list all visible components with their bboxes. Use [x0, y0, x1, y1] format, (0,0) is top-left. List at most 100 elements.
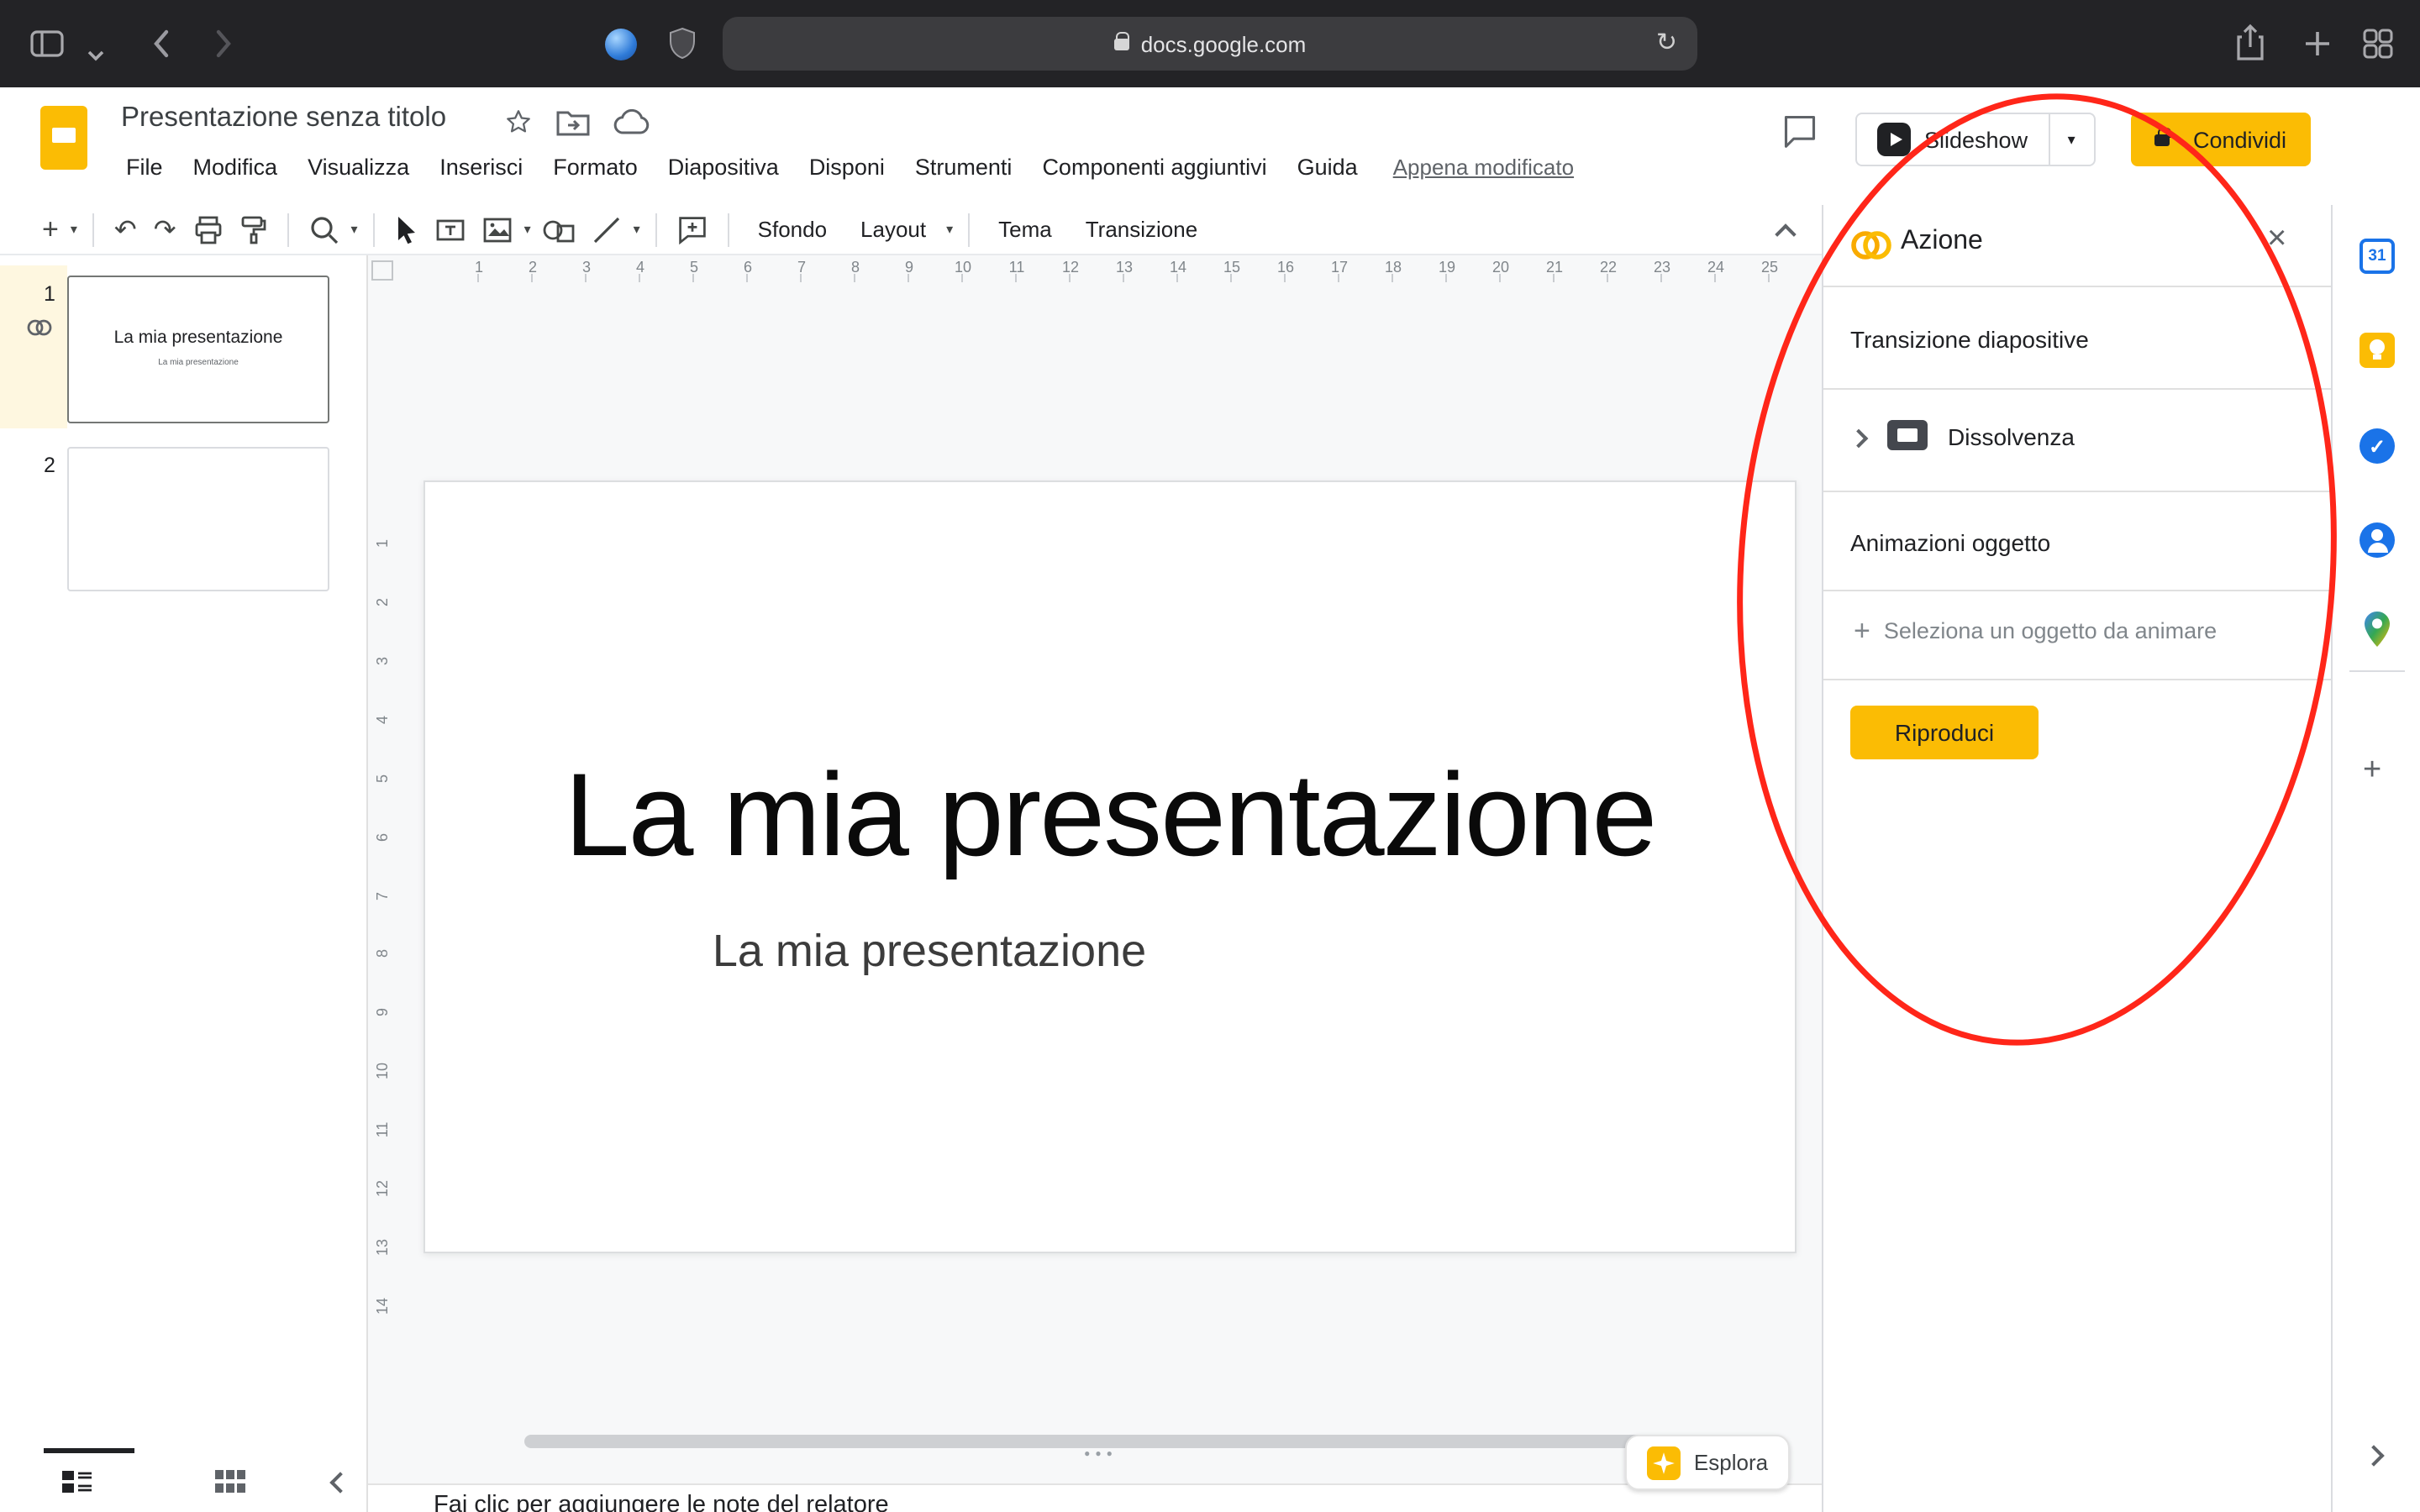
menu-modifica[interactable]: Modifica	[178, 150, 293, 185]
tasks-icon[interactable]: ✓	[2360, 428, 2395, 464]
undo-icon[interactable]: ↶	[106, 213, 145, 246]
lock-icon	[1114, 38, 1129, 50]
menu-diapositiva[interactable]: Diapositiva	[653, 150, 794, 185]
share-lock-icon	[2154, 134, 2170, 145]
background-button[interactable]: Sfondo	[741, 217, 844, 242]
forward-button-icon[interactable]	[215, 29, 234, 67]
play-animations-button[interactable]: Riproduci	[1850, 706, 2039, 759]
share-page-icon[interactable]	[2235, 24, 2265, 71]
new-slide-button[interactable]: +	[34, 213, 67, 246]
insert-line-icon[interactable]	[583, 214, 630, 244]
insert-shape-icon[interactable]	[534, 216, 583, 243]
new-slide-dropdown[interactable]: ▾	[67, 222, 81, 237]
chevron-down-icon[interactable]	[87, 40, 104, 71]
layout-dropdown[interactable]: ▾	[943, 222, 956, 237]
sidebar-toggle-icon[interactable]	[30, 30, 64, 66]
strip-divider	[2349, 670, 2405, 672]
v-ruler: 1234567891011121314	[371, 514, 395, 1336]
notes-resize-handle[interactable]: ●●●	[1071, 1450, 1131, 1460]
filmstrip-view-icon[interactable]	[60, 1468, 94, 1504]
motion-panel-header: Azione ×	[1823, 205, 2331, 286]
add-animation-button[interactable]: + Seleziona un oggetto da animare	[1854, 617, 2217, 645]
slide-transition-section-label: Transizione diapositive	[1850, 326, 2089, 353]
slide-subtitle-text[interactable]: La mia presentazione	[476, 926, 1383, 978]
share-button[interactable]: Condividi	[2131, 113, 2310, 166]
star-icon[interactable]	[504, 108, 533, 144]
menu-visualizza[interactable]: Visualizza	[292, 150, 424, 185]
redo-icon[interactable]: ↷	[145, 213, 185, 246]
contacts-icon[interactable]	[2360, 522, 2395, 558]
transition-indicator-icon[interactable]	[27, 316, 52, 346]
shield-extension-icon[interactable]	[669, 27, 696, 69]
thumb-subtitle: La mia presentazione	[69, 358, 328, 368]
comments-icon[interactable]	[1781, 113, 1818, 158]
zoom-icon[interactable]	[301, 214, 348, 244]
grid-view-icon[interactable]	[215, 1468, 245, 1504]
collapse-notes-icon[interactable]	[2363, 1445, 2384, 1466]
slide-canvas-area: 1234567891011121314151617181920212223242…	[368, 255, 1822, 1512]
document-title[interactable]: Presentazione senza titolo	[121, 102, 446, 134]
slide-1-number: 1	[44, 282, 55, 306]
keep-icon[interactable]	[2360, 333, 2395, 368]
expand-transition-icon[interactable]	[1849, 429, 1869, 449]
menu-componenti-aggiuntivi[interactable]: Componenti aggiuntivi	[1027, 150, 1281, 185]
speaker-notes-bar[interactable]: Fai clic per aggiungere le note del rela…	[368, 1483, 1822, 1512]
slideshow-button[interactable]: Slideshow ▾	[1855, 113, 2095, 166]
theme-button[interactable]: Tema	[981, 217, 1069, 242]
close-icon[interactable]: ×	[2267, 222, 2286, 255]
tab-overview-icon[interactable]	[2363, 29, 2393, 67]
menu-strumenti[interactable]: Strumenti	[900, 150, 1028, 185]
menu-disponi[interactable]: Disponi	[794, 150, 900, 185]
slideshow-label: Slideshow	[1924, 127, 2028, 152]
transition-type-label[interactable]: Dissolvenza	[1948, 423, 2075, 450]
h-ruler: 1234567891011121314151617181920212223242…	[452, 259, 1797, 282]
app-header: Presentazione senza titolo File Modifica…	[0, 87, 2420, 205]
text-box-icon[interactable]	[427, 214, 474, 244]
add-addon-icon[interactable]: +	[2363, 753, 2381, 790]
reload-icon[interactable]: ↻	[1656, 27, 1677, 57]
object-animations-section-label: Animazioni oggetto	[1850, 529, 2050, 556]
transition-button[interactable]: Transizione	[1069, 217, 1214, 242]
explore-button[interactable]: Esplora	[1625, 1435, 1790, 1490]
ruler-corner	[371, 260, 393, 281]
paint-format-icon[interactable]	[232, 214, 276, 244]
zoom-dropdown[interactable]: ▾	[348, 222, 361, 237]
horizontal-scrollbar[interactable]	[524, 1435, 1766, 1448]
maps-icon[interactable]	[2363, 610, 2398, 645]
slide-thumbnail-1[interactable]: La mia presentazione La mia presentazion…	[67, 276, 329, 423]
slide-title-text[interactable]: La mia presentazione	[425, 748, 1795, 882]
filmstrip-view-indicator	[44, 1448, 134, 1453]
motion-rings-icon	[1850, 228, 1892, 270]
share-label: Condividi	[2193, 127, 2286, 152]
collapse-filmstrip-icon[interactable]	[329, 1472, 350, 1493]
move-to-folder-icon[interactable]	[556, 108, 590, 144]
slide-editor[interactable]: La mia presentazione La mia presentazion…	[424, 480, 1797, 1253]
menu-guida[interactable]: Guida	[1282, 150, 1373, 185]
plus-icon: +	[1854, 617, 1870, 645]
insert-image-icon[interactable]	[474, 214, 521, 244]
menu-formato[interactable]: Formato	[538, 150, 653, 185]
motion-panel: Azione × Transizione diapositive Dissolv…	[1822, 205, 2331, 1512]
image-dropdown[interactable]: ▾	[521, 222, 534, 237]
new-tab-icon[interactable]	[2302, 29, 2333, 67]
insert-comment-icon[interactable]	[669, 214, 716, 244]
last-edit-link[interactable]: Appena modificato	[1393, 155, 1574, 180]
slide-thumbnail-2[interactable]	[67, 447, 329, 591]
calendar-icon[interactable]: 31	[2360, 239, 2395, 274]
menu-file[interactable]: File	[111, 150, 178, 185]
collapse-toolbar-icon[interactable]	[1775, 223, 1796, 244]
slideshow-dropdown[interactable]: ▾	[2048, 114, 2093, 165]
line-dropdown[interactable]: ▾	[630, 222, 644, 237]
print-icon[interactable]	[185, 214, 232, 244]
back-button-icon[interactable]	[151, 29, 170, 67]
address-bar[interactable]: docs.google.com ↻	[723, 17, 1697, 71]
thumb-title: La mia presentazione	[69, 328, 328, 348]
menu-inserisci[interactable]: Inserisci	[424, 150, 538, 185]
slides-logo-icon[interactable]	[40, 106, 87, 170]
select-tool-icon[interactable]	[387, 214, 427, 244]
browser-extension-icon[interactable]	[605, 29, 637, 60]
add-animation-label: Seleziona un oggetto da animare	[1884, 618, 2217, 643]
slide-2-number: 2	[44, 454, 55, 477]
cloud-status-icon[interactable]	[613, 109, 650, 143]
layout-button[interactable]: Layout	[844, 217, 943, 242]
